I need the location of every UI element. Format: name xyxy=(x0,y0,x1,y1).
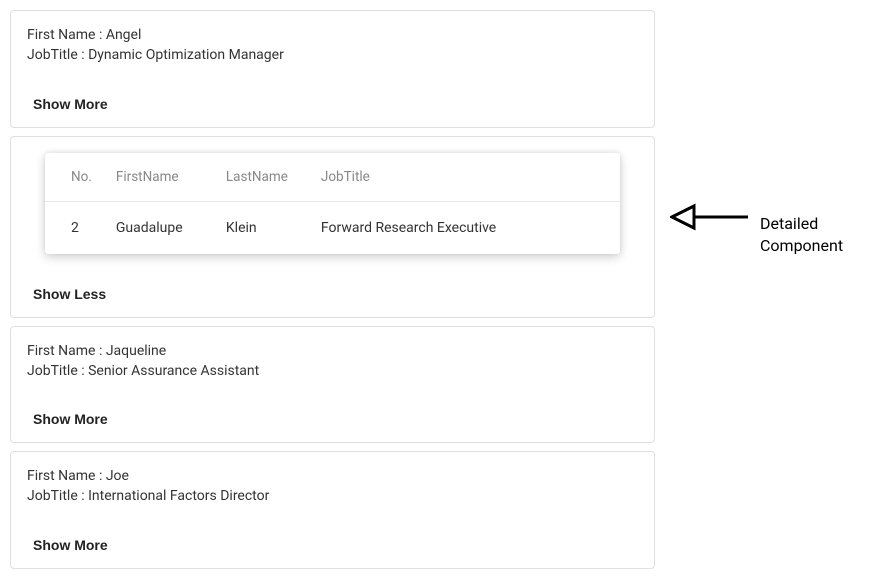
show-more-button[interactable]: Show More xyxy=(33,411,108,427)
card-body: No. FirstName LastName JobTitle 2 Guadal… xyxy=(11,137,654,264)
card-actions: Show More xyxy=(11,397,654,442)
job-title-line: JobTitle : Dynamic Optimization Manager xyxy=(27,45,638,65)
card-actions: Show Less xyxy=(11,272,654,317)
first-name-line: First Name : Angel xyxy=(27,25,638,45)
detail-data-row: 2 Guadalupe Klein Forward Research Execu… xyxy=(45,201,620,254)
job-title-line: JobTitle : Senior Assurance Assistant xyxy=(27,361,638,381)
job-title-line: JobTitle : International Factors Directo… xyxy=(27,486,638,506)
job-title-value: Dynamic Optimization Manager xyxy=(88,47,284,63)
job-title-label: JobTitle : xyxy=(27,488,88,504)
first-name-value: Angel xyxy=(106,27,142,43)
cell-first-name: Guadalupe xyxy=(104,201,214,254)
arrow-left-icon xyxy=(670,197,750,237)
first-name-label: First Name : xyxy=(27,468,106,484)
job-title-label: JobTitle : xyxy=(27,363,88,379)
card-body: First Name : Angel JobTitle : Dynamic Op… xyxy=(11,11,654,74)
first-name-value: Jaqueline xyxy=(106,343,166,359)
detail-table: No. FirstName LastName JobTitle 2 Guadal… xyxy=(45,153,620,254)
header-last-name: LastName xyxy=(214,153,309,202)
card-body: First Name : Jaqueline JobTitle : Senior… xyxy=(11,327,654,390)
job-title-value: International Factors Director xyxy=(88,488,269,504)
person-card: First Name : Angel JobTitle : Dynamic Op… xyxy=(10,10,655,128)
annotation-text: Detailed Component xyxy=(760,213,843,258)
show-more-button[interactable]: Show More xyxy=(33,96,108,112)
person-card: First Name : Joe JobTitle : Internationa… xyxy=(10,451,655,569)
first-name-line: First Name : Jaqueline xyxy=(27,341,638,361)
annotation-line2: Component xyxy=(760,235,843,257)
show-more-button[interactable]: Show More xyxy=(33,537,108,553)
cell-job-title: Forward Research Executive xyxy=(309,201,620,254)
first-name-label: First Name : xyxy=(27,343,106,359)
card-actions: Show More xyxy=(11,523,654,568)
card-body: First Name : Joe JobTitle : Internationa… xyxy=(11,452,654,515)
cards-container: First Name : Angel JobTitle : Dynamic Op… xyxy=(10,10,870,569)
cell-last-name: Klein xyxy=(214,201,309,254)
cell-no: 2 xyxy=(45,201,104,254)
job-title-value: Senior Assurance Assistant xyxy=(88,363,259,379)
person-card: First Name : Jaqueline JobTitle : Senior… xyxy=(10,326,655,444)
first-name-line: First Name : Joe xyxy=(27,466,638,486)
header-first-name: FirstName xyxy=(104,153,214,202)
header-job-title: JobTitle xyxy=(309,153,620,202)
person-card-expanded: No. FirstName LastName JobTitle 2 Guadal… xyxy=(10,136,655,318)
show-less-button[interactable]: Show Less xyxy=(33,286,106,302)
detail-header-row: No. FirstName LastName JobTitle xyxy=(45,153,620,202)
first-name-label: First Name : xyxy=(27,27,106,43)
job-title-label: JobTitle : xyxy=(27,47,88,63)
annotation: Detailed Component xyxy=(670,185,843,258)
card-actions: Show More xyxy=(11,82,654,127)
annotation-line1: Detailed xyxy=(760,213,843,235)
first-name-value: Joe xyxy=(106,468,129,484)
header-no: No. xyxy=(45,153,104,202)
